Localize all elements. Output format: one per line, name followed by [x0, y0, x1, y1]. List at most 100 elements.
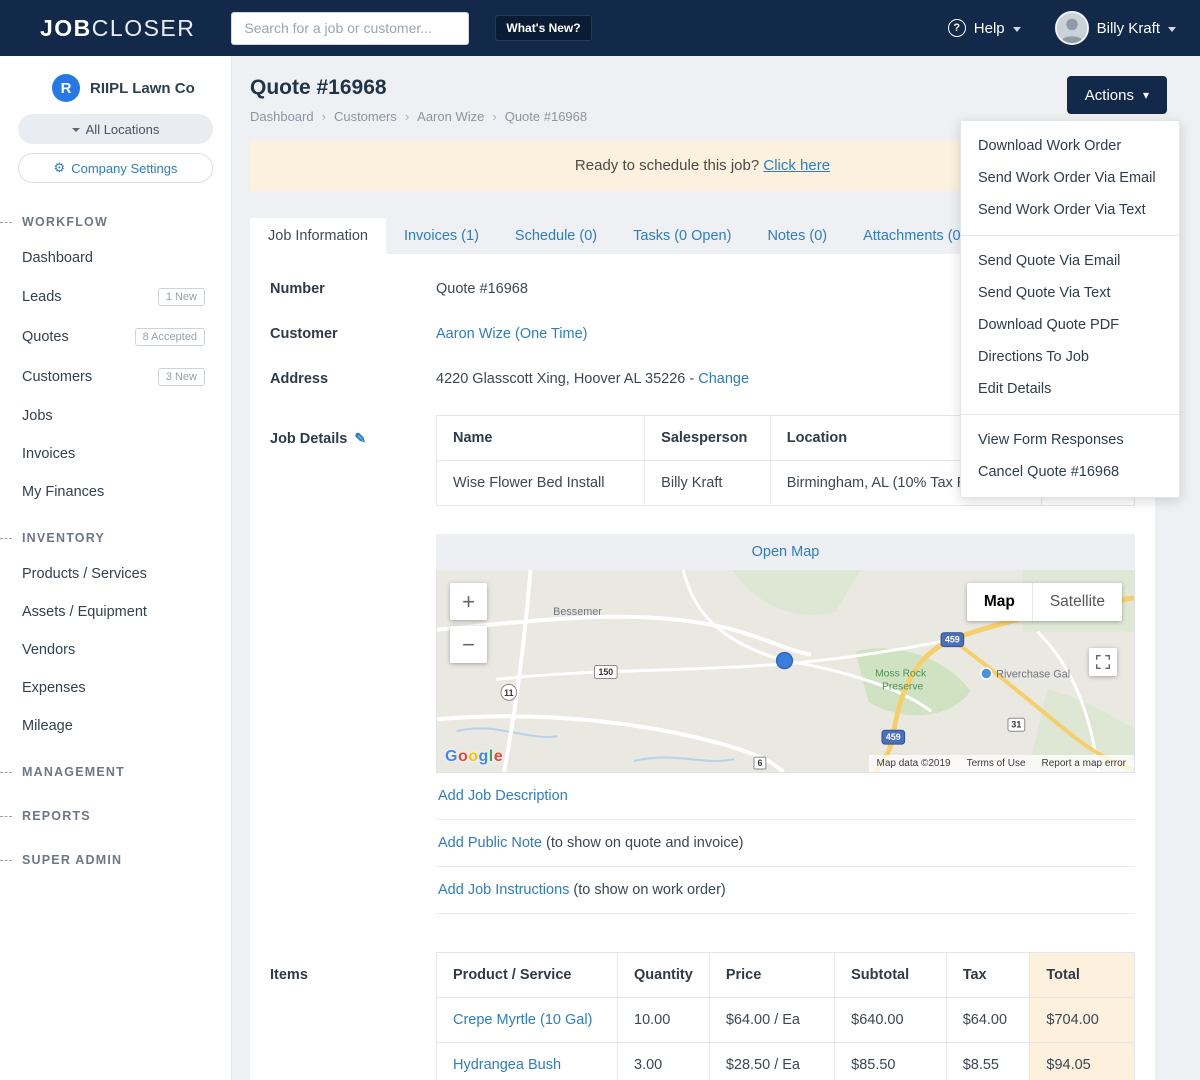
locations-dropdown[interactable]: All Locations — [18, 114, 213, 144]
add-job-description-row: Add Job Description — [436, 773, 1135, 820]
google-logo[interactable]: Google — [445, 748, 503, 766]
sidebar-item-vendors[interactable]: Vendors — [0, 631, 231, 669]
page-title: Quote #16968 — [250, 76, 387, 99]
caret-down-icon: ▾ — [1142, 88, 1149, 102]
sidebar-item-products-services[interactable]: Products / Services — [0, 555, 231, 593]
menu-item-download-work-order[interactable]: Download Work Order — [961, 130, 1179, 162]
logo-text-light: CLOSER — [91, 14, 196, 41]
banner-text: Ready to schedule this job? — [574, 157, 760, 174]
satellite-view-button[interactable]: Satellite — [1031, 583, 1122, 621]
item-price: $28.50 / Ea — [708, 1042, 836, 1080]
menu-divider — [961, 414, 1179, 415]
menu-item-download-quote-pdf[interactable]: Download Quote PDF — [961, 309, 1179, 341]
menu-item-directions-to-job[interactable]: Directions To Job — [961, 341, 1179, 373]
company-settings-button[interactable]: ⚙ Company Settings — [18, 153, 213, 183]
map-fullscreen-button[interactable] — [1089, 648, 1117, 676]
map-data-credit: Map data ©2019 — [876, 758, 951, 769]
quotes-badge: 8 Accepted — [134, 328, 205, 346]
breadcrumb-customers[interactable]: Customers — [334, 109, 397, 124]
report-map-error-link[interactable]: Report a map error — [1042, 758, 1126, 769]
menu-item-send-quote-text[interactable]: Send Quote Via Text — [961, 277, 1179, 309]
item-product-link[interactable]: Hydrangea Bush — [453, 1057, 561, 1073]
tab-job-information[interactable]: Job Information — [250, 218, 386, 254]
map-zoom-in-button[interactable]: + — [450, 583, 487, 620]
item-price: $64.00 / Ea — [708, 997, 836, 1043]
item-product-link[interactable]: Crepe Myrtle (10 Gal) — [453, 1012, 592, 1028]
customer-type-link[interactable]: (One Time) — [515, 326, 588, 342]
sidebar-section-reports[interactable]: REPORTS — [0, 799, 231, 833]
company-switcher[interactable]: R RIIPL Lawn Co — [0, 56, 231, 114]
add-public-note-link[interactable]: Add Public Note — [438, 835, 542, 851]
items-col-tax: Tax — [945, 952, 1031, 998]
terms-of-use-link[interactable]: Terms of Use — [967, 758, 1026, 769]
sidebar-item-invoices[interactable]: Invoices — [0, 435, 231, 473]
sidebar-item-assets-equipment[interactable]: Assets / Equipment — [0, 593, 231, 631]
breadcrumb-dashboard[interactable]: Dashboard — [250, 109, 314, 124]
item-subtotal: $85.50 — [834, 1042, 947, 1080]
add-job-instructions-link[interactable]: Add Job Instructions — [438, 882, 569, 898]
menu-item-send-work-order-text[interactable]: Send Work Order Via Text — [961, 194, 1179, 226]
map-label-riverchase: Riverchase Gal — [996, 668, 1070, 680]
tab-invoices[interactable]: Invoices (1) — [386, 218, 497, 254]
tab-tasks[interactable]: Tasks (0 Open) — [615, 218, 749, 254]
sidebar-section-inventory[interactable]: INVENTORY — [0, 521, 231, 555]
map-marker[interactable] — [775, 651, 794, 670]
customers-badge: 3 New — [157, 368, 205, 386]
add-job-description-link[interactable]: Add Job Description — [438, 788, 568, 804]
menu-item-send-work-order-email[interactable]: Send Work Order Via Email — [961, 162, 1179, 194]
customer-link[interactable]: Aaron Wize — [436, 326, 511, 342]
breadcrumb-customer-name[interactable]: Aaron Wize — [417, 109, 484, 124]
number-value: Quote #16968 — [436, 280, 528, 297]
help-menu[interactable]: ? Help — [947, 19, 1021, 37]
sidebar-item-dashboard[interactable]: Dashboard — [0, 239, 231, 277]
banner-click-here-link[interactable]: Click here — [763, 157, 830, 174]
map-zoom-out-button[interactable]: − — [450, 626, 487, 663]
breadcrumb-separator: › — [321, 109, 326, 124]
sidebar-item-expenses[interactable]: Expenses — [0, 669, 231, 707]
map-view-button[interactable]: Map — [966, 583, 1032, 621]
svg-text:11: 11 — [504, 688, 513, 698]
items-col-quantity: Quantity — [617, 952, 710, 998]
app-logo[interactable]: JOB CLOSER — [40, 15, 195, 42]
sidebar-section-workflow[interactable]: WORKFLOW — [0, 205, 231, 239]
sidebar-item-mileage[interactable]: Mileage — [0, 707, 231, 745]
menu-item-view-form-responses[interactable]: View Form Responses — [961, 424, 1179, 456]
address-change-link[interactable]: Change — [698, 371, 749, 387]
search-input[interactable] — [231, 11, 470, 45]
company-settings-label: Company Settings — [71, 160, 178, 176]
user-menu[interactable]: Billy Kraft — [1054, 11, 1176, 45]
help-label: Help — [973, 19, 1005, 37]
user-name: Billy Kraft — [1096, 19, 1160, 37]
sidebar-item-customers[interactable]: Customers 3 New — [0, 357, 231, 397]
job-details-label: Job Details — [270, 431, 348, 447]
help-icon: ? — [947, 19, 966, 37]
breadcrumb-current: Quote #16968 — [504, 109, 588, 124]
edit-pencil-icon[interactable]: ✎ — [354, 430, 366, 446]
map-container: Bessemer Moss Rock Preserve Riverchase G… — [436, 570, 1135, 773]
actions-button[interactable]: Actions ▾ — [1066, 76, 1167, 114]
sidebar-item-leads[interactable]: Leads 1 New — [0, 277, 231, 317]
item-quantity: 3.00 — [617, 1042, 710, 1080]
route-shield-459-north: 459 — [940, 632, 965, 648]
place-pin-icon[interactable] — [980, 667, 993, 680]
sidebar-item-quotes[interactable]: Quotes 8 Accepted — [0, 317, 231, 357]
open-map-link[interactable]: Open Map — [752, 544, 820, 560]
tab-schedule[interactable]: Schedule (0) — [497, 218, 615, 254]
add-public-note-row: Add Public Note (to show on quote and in… — [436, 820, 1135, 867]
menu-item-edit-details[interactable]: Edit Details — [961, 373, 1179, 405]
job-col-name: Name — [435, 415, 646, 461]
map-label-bessemer: Bessemer — [553, 606, 602, 618]
sidebar-section-super-admin[interactable]: SUPER ADMIN — [0, 843, 231, 877]
sidebar-item-my-finances[interactable]: My Finances — [0, 473, 231, 511]
gear-icon: ⚙ — [53, 160, 66, 175]
locations-label: All Locations — [85, 121, 160, 137]
route-shield-11: 11 — [500, 683, 518, 701]
item-total: $704.00 — [1029, 997, 1135, 1043]
sidebar-section-management[interactable]: MANAGEMENT — [0, 755, 231, 789]
sidebar-item-jobs[interactable]: Jobs — [0, 397, 231, 435]
customer-label: Customer — [270, 326, 338, 342]
menu-item-cancel-quote[interactable]: Cancel Quote #16968 — [961, 456, 1179, 488]
tab-notes[interactable]: Notes (0) — [749, 218, 845, 254]
whats-new-button[interactable]: What's New? — [495, 15, 592, 41]
menu-item-send-quote-email[interactable]: Send Quote Via Email — [961, 245, 1179, 277]
